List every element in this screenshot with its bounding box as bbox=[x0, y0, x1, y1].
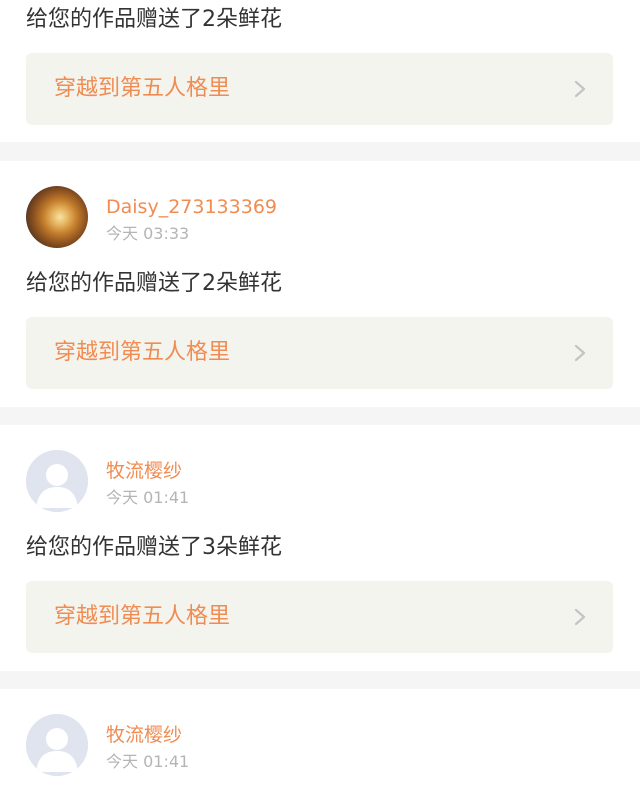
avatar[interactable] bbox=[26, 186, 88, 248]
work-link-button[interactable]: 穿越到第五人格里 bbox=[26, 581, 613, 653]
notification-time: 今天 01:41 bbox=[106, 488, 190, 507]
user-silhouette-icon bbox=[26, 450, 88, 512]
username-link[interactable]: 牧流樱纱 bbox=[106, 459, 182, 483]
notification-time: 今天 03:33 bbox=[106, 224, 190, 243]
work-title: 穿越到第五人格里 bbox=[54, 76, 231, 101]
avatar[interactable] bbox=[26, 714, 88, 776]
work-link-button[interactable]: 穿越到第五人格里 bbox=[26, 317, 613, 389]
work-link-button[interactable]: 穿越到第五人格里 bbox=[26, 53, 613, 125]
notification-card: 给您的作品赠送了2朵鲜花 穿越到第五人格里 bbox=[0, 0, 640, 142]
chevron-right-icon bbox=[574, 80, 586, 98]
work-title: 穿越到第五人格里 bbox=[54, 604, 231, 629]
chevron-right-icon bbox=[574, 344, 586, 362]
user-silhouette-icon bbox=[26, 714, 88, 776]
username-link[interactable]: Daisy_273133369 bbox=[106, 195, 277, 219]
notification-card: Daisy_273133369 今天 03:33 给您的作品赠送了2朵鲜花 穿越… bbox=[0, 161, 640, 407]
username-link[interactable]: 牧流樱纱 bbox=[106, 723, 182, 747]
notification-feed: 给您的作品赠送了2朵鲜花 穿越到第五人格里 Daisy_273133369 今天… bbox=[0, 0, 640, 798]
notification-time: 今天 01:41 bbox=[106, 752, 190, 771]
notification-card: 牧流樱纱 今天 01:41 bbox=[0, 689, 640, 798]
work-title: 穿越到第五人格里 bbox=[54, 340, 231, 365]
notification-message: 给您的作品赠送了3朵鲜花 bbox=[26, 535, 282, 560]
notification-card: 牧流樱纱 今天 01:41 给您的作品赠送了3朵鲜花 穿越到第五人格里 bbox=[0, 425, 640, 671]
notification-message: 给您的作品赠送了2朵鲜花 bbox=[26, 271, 282, 296]
chevron-right-icon bbox=[574, 608, 586, 626]
notification-message: 给您的作品赠送了2朵鲜花 bbox=[26, 7, 282, 32]
avatar[interactable] bbox=[26, 450, 88, 512]
